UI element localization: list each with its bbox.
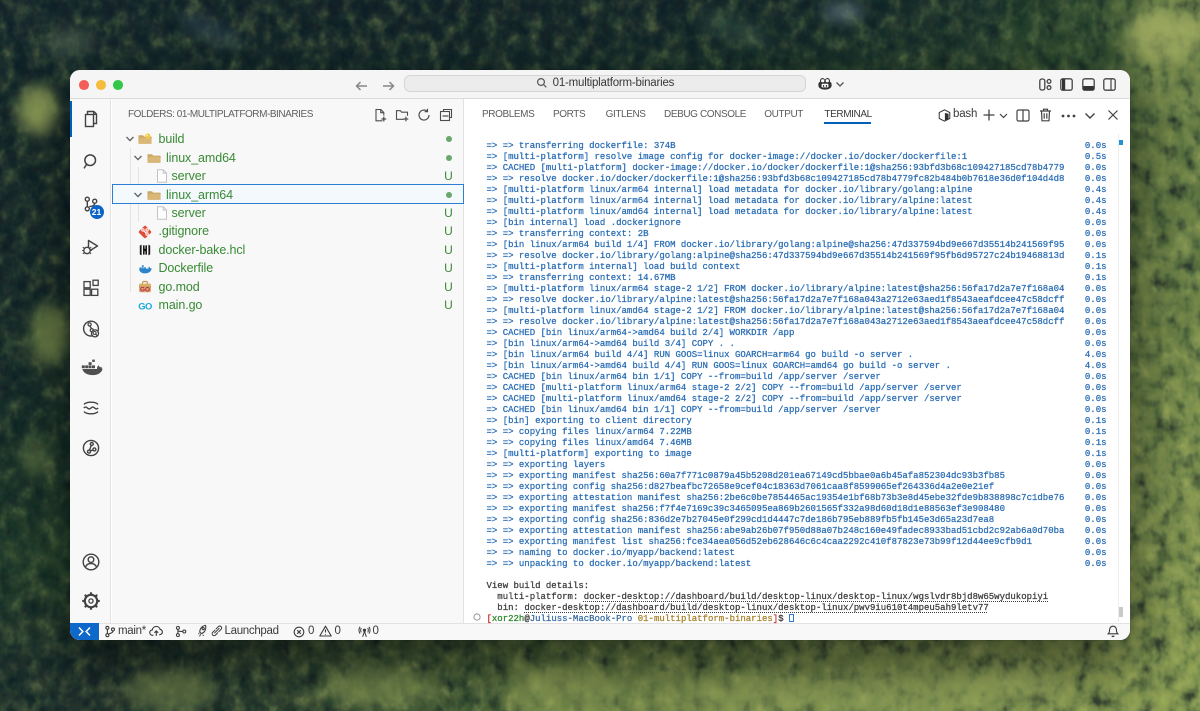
svg-text:GO: GO [140,286,150,293]
svg-text:GO: GO [138,300,152,311]
